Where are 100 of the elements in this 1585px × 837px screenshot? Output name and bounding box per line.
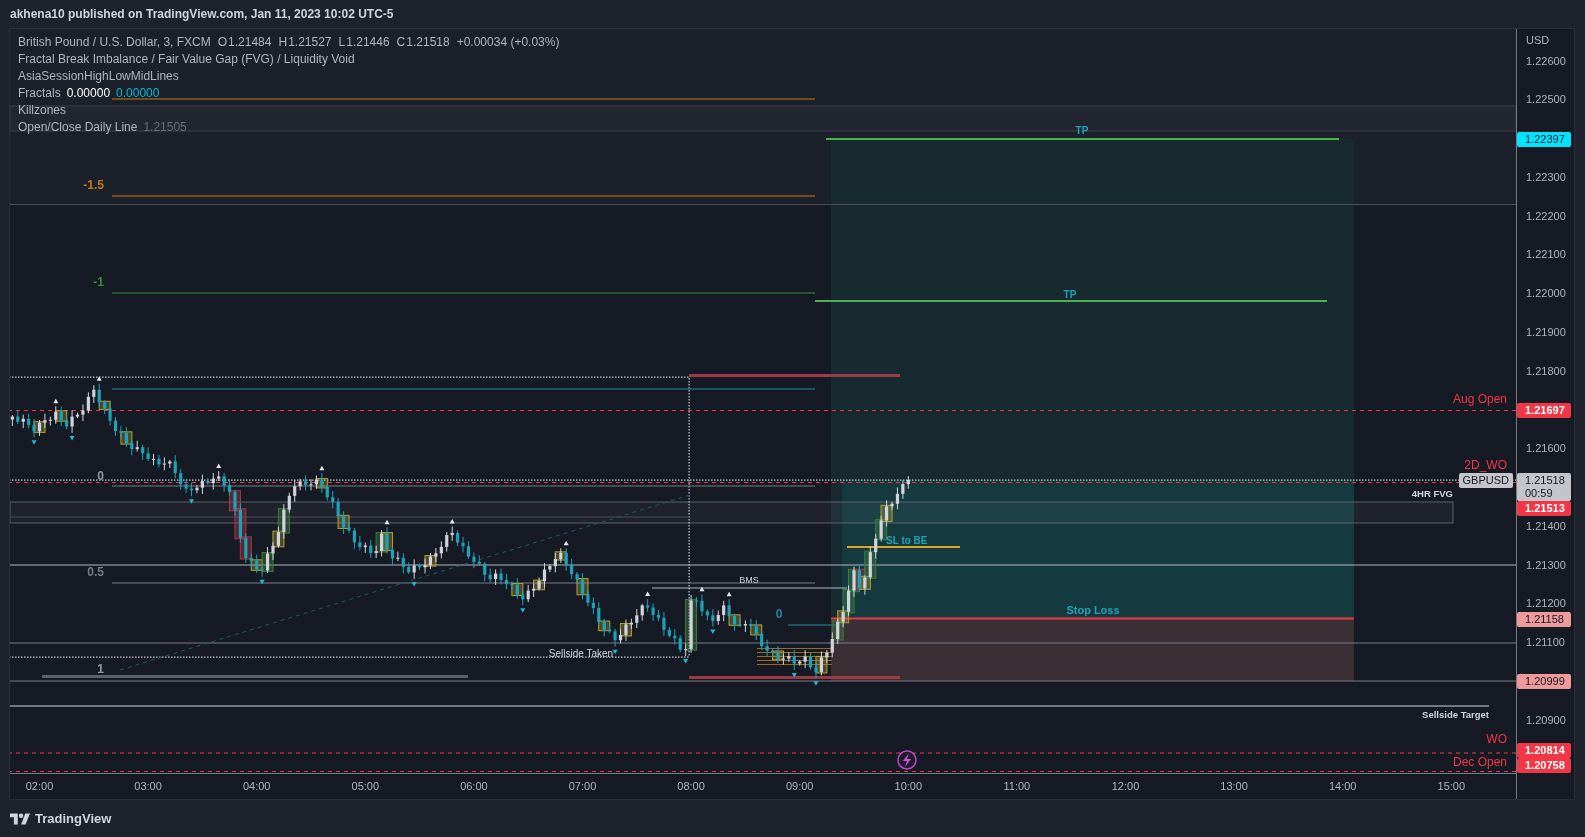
price-badge: 1.22397 xyxy=(1517,131,1571,147)
indicator-name: Open/Close Daily Line xyxy=(18,118,138,136)
time-tick: 13:00 xyxy=(1220,779,1248,793)
lightning-icon[interactable] xyxy=(897,750,917,770)
tp-label: TP xyxy=(1075,125,1089,136)
up-fractal-marker xyxy=(645,591,651,597)
logo-icon[interactable] xyxy=(10,811,30,826)
fib-level-line xyxy=(788,624,840,626)
currency-label: USD xyxy=(1526,33,1550,47)
time-tick: 15:00 xyxy=(1437,779,1466,793)
up-fractal-marker xyxy=(726,591,732,597)
level-label: Aug Open xyxy=(1452,392,1507,406)
stop-loss-label: Stop Loss xyxy=(1066,604,1120,616)
fib-label: -1 xyxy=(93,275,104,289)
price-badge: 1.21697 xyxy=(1517,403,1571,419)
imbalance-highlight xyxy=(576,578,589,596)
level-label: 2D_WO xyxy=(1464,458,1507,472)
up-fractal-marker xyxy=(53,398,59,404)
imbalance-highlight xyxy=(815,655,828,674)
time-tick: 03:00 xyxy=(134,779,162,793)
up-fractal-marker xyxy=(319,465,325,471)
imbalance-highlight xyxy=(533,579,546,591)
time-tick: 10:00 xyxy=(894,779,923,793)
price-tick: 1.22200 xyxy=(1526,208,1566,223)
fib-label: 0 xyxy=(97,469,104,483)
ohlc-label: O xyxy=(217,33,228,51)
indicator-name: Fractals xyxy=(18,84,61,102)
price-tick: 1.21900 xyxy=(1526,325,1566,339)
symbol-title: British Pound / U.S. Dollar, 3, FXCM xyxy=(18,33,211,51)
time-tick: 07:00 xyxy=(568,779,597,793)
price-tick: 1.22100 xyxy=(1526,247,1566,262)
ohlc-value: 1.21484 xyxy=(228,33,272,51)
indicator-name: Fractal Break Imbalance / Fair Value Gap (FVG) / Liquidity Void xyxy=(18,50,355,68)
ohlc-label: H xyxy=(278,33,288,51)
price-tick: 1.21300 xyxy=(1526,557,1566,572)
indicator-value: 1.21505 xyxy=(143,118,187,136)
time-tick: 06:00 xyxy=(460,779,488,793)
imbalance-highlight xyxy=(337,514,350,529)
imbalance-highlight xyxy=(772,650,784,661)
price-badge: 1.20814 xyxy=(1517,743,1571,758)
down-fractal-marker xyxy=(791,672,797,678)
up-fractal-marker xyxy=(216,463,222,469)
indicator-value: 0.00000 xyxy=(116,84,160,102)
price-badge: 1.20758 xyxy=(1517,758,1571,773)
imbalance-highlight xyxy=(55,410,68,422)
symbol-tag: GBPUSD xyxy=(1458,472,1513,488)
down-fractal-marker xyxy=(31,440,37,445)
imbalance-highlight xyxy=(685,598,698,651)
down-fractal-marker xyxy=(411,581,417,587)
fib-label: 1 xyxy=(97,662,104,676)
price-badge: 1.21158 xyxy=(1517,612,1571,628)
ohlc-value: 1.21518 xyxy=(406,33,450,51)
price-change: +0.00034 (+0.03%) xyxy=(456,33,560,51)
time-tick: 14:00 xyxy=(1328,779,1357,793)
price-tick: 1.22500 xyxy=(1526,92,1566,107)
up-fractal-marker xyxy=(563,540,569,546)
price-tick: 1.21600 xyxy=(1526,441,1566,456)
up-fractal-marker xyxy=(699,586,705,592)
price-tick: 1.22000 xyxy=(1526,286,1566,301)
time-tick: 09:00 xyxy=(785,779,814,793)
ohlc-label: L xyxy=(338,33,346,51)
time-tick: 05:00 xyxy=(351,779,380,793)
publish-info: akhena10 published on TradingView.com, Jan 11, 2023 10:02 UTC-5 xyxy=(10,6,394,22)
price-tick: 1.22300 xyxy=(1526,169,1566,184)
indicator-value: 0.00000 xyxy=(66,84,111,102)
level-label: Dec Open xyxy=(1452,755,1507,769)
breakeven-label: SL to BE xyxy=(886,535,928,546)
time-tick: 11:00 xyxy=(1003,779,1031,793)
down-fractal-marker xyxy=(520,608,526,613)
price-badge: 1.20999 xyxy=(1517,673,1571,689)
time-tick: 04:00 xyxy=(242,779,271,793)
down-fractal-marker xyxy=(69,435,75,441)
price-tick: 1.21100 xyxy=(1526,635,1565,650)
fvg-label: 4HR FVG xyxy=(1411,488,1453,499)
indicator-name: AsiaSessionHighLowMidLines xyxy=(18,67,179,85)
time-tick: 12:00 xyxy=(1111,779,1140,793)
price-tick: 1.22600 xyxy=(1526,53,1566,68)
down-fractal-marker xyxy=(189,499,195,504)
liquidity-label: Sellside Target xyxy=(1422,709,1489,720)
price-tick: 1.20900 xyxy=(1526,712,1566,727)
tp-label: TP xyxy=(1063,289,1077,300)
price-tick: 1.21800 xyxy=(1526,363,1566,378)
fib-label: 0 xyxy=(775,607,783,621)
imbalance-highlight xyxy=(728,614,741,626)
down-fractal-marker xyxy=(259,579,265,585)
imbalance-highlight xyxy=(120,431,133,445)
fib-label: 0.5 xyxy=(87,565,104,579)
logo-text[interactable]: TradingView xyxy=(35,808,112,829)
ohlc-value: 1.21446 xyxy=(346,33,390,51)
level-label: WO xyxy=(1486,732,1507,746)
imbalance-highlight xyxy=(98,400,111,410)
imbalance-highlight xyxy=(598,620,611,632)
liquidity-label: Sellside Taken xyxy=(548,648,614,659)
indicator-name: Killzones xyxy=(18,101,67,119)
ohlc-label: C xyxy=(396,33,406,51)
down-fractal-marker xyxy=(710,629,716,634)
ohlc-value: 1.21527 xyxy=(288,33,332,51)
bms-label: BMS xyxy=(739,575,759,585)
price-tick: 1.21200 xyxy=(1526,596,1566,611)
fib-label: -1.5 xyxy=(83,178,104,192)
